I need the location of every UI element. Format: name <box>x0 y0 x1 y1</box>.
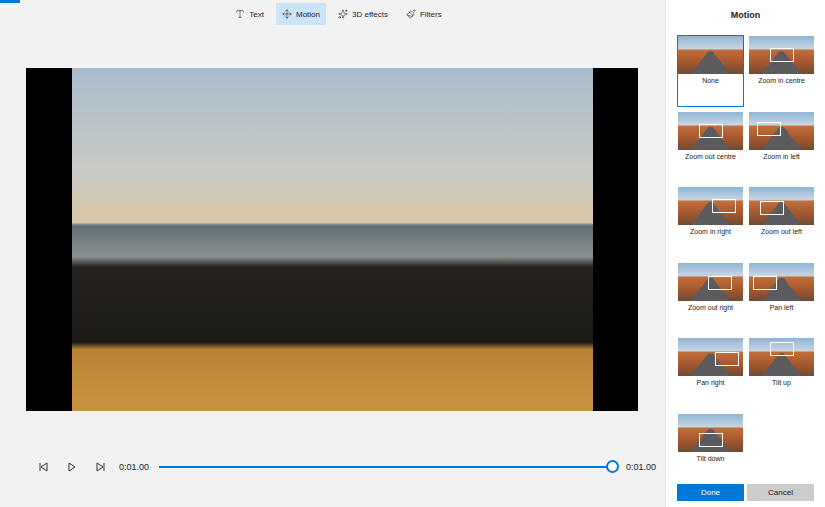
motion-frame-icon <box>699 124 723 138</box>
motion-panel: Motion None Zoom in centre Zoom out centre Z… <box>665 0 825 507</box>
option-thumbnail <box>749 338 814 376</box>
thumbnail-road <box>678 353 743 376</box>
option-thumbnail <box>678 112 743 150</box>
loading-bar <box>0 0 665 3</box>
total-time: 0:01.00 <box>624 462 658 472</box>
option-thumbnail <box>749 36 814 74</box>
motion-option[interactable]: Zoom in left <box>748 111 815 183</box>
motion-frame-icon <box>760 201 784 215</box>
option-label: Zoom in centre <box>758 74 805 86</box>
motion-option[interactable]: Zoom in centre <box>748 35 815 107</box>
thumbnail-road <box>749 51 814 74</box>
motion-option[interactable]: None <box>677 35 744 107</box>
motion-option[interactable]: Pan right <box>677 337 744 409</box>
motion-option[interactable]: Pan left <box>748 262 815 334</box>
motion-option[interactable]: Zoom out left <box>748 186 815 258</box>
tab-icon <box>406 9 416 19</box>
thumbnail-road <box>678 127 743 150</box>
play-icon <box>67 462 77 472</box>
toolbar-tab[interactable]: Text <box>229 3 270 25</box>
seek-slider[interactable] <box>159 466 612 468</box>
option-label: Zoom out centre <box>685 150 736 162</box>
option-thumbnail <box>678 338 743 376</box>
next-button[interactable] <box>89 457 111 477</box>
transport-bar: 0:01.00 0:01.00 <box>0 411 665 477</box>
motion-option[interactable]: Tilt up <box>748 337 815 409</box>
thumbnail-road <box>678 278 743 301</box>
panel-buttons: DoneCancel <box>677 484 814 501</box>
previous-button[interactable] <box>33 457 55 477</box>
play-button[interactable] <box>61 457 83 477</box>
video-frame <box>26 68 638 411</box>
motion-frame-icon <box>770 48 794 62</box>
thumbnail-road <box>749 202 814 225</box>
option-thumbnail <box>678 263 743 301</box>
motion-option[interactable]: Zoom out right <box>677 262 744 334</box>
option-thumbnail <box>749 263 814 301</box>
seek-thumb[interactable] <box>606 460 619 473</box>
motion-frame-icon <box>770 342 794 356</box>
toolbar-tab[interactable]: Filters <box>400 3 448 25</box>
motion-frame-icon <box>708 276 732 290</box>
option-thumbnail <box>749 112 814 150</box>
option-label: Pan right <box>696 376 724 388</box>
thumbnail-road <box>749 127 814 150</box>
option-label: Zoom in left <box>763 150 800 162</box>
thumbnail-road <box>749 278 814 301</box>
tab-icon <box>235 9 245 19</box>
option-label: Tilt down <box>697 452 725 464</box>
motion-option[interactable]: Zoom in right <box>677 186 744 258</box>
option-label: None <box>702 74 719 86</box>
panel-title: Motion <box>677 10 814 20</box>
done-button[interactable]: Done <box>677 484 744 501</box>
motion-frame-icon <box>699 433 723 447</box>
option-label: Zoom in right <box>690 225 731 237</box>
motion-frame-icon <box>753 276 777 290</box>
motion-options: None Zoom in centre Zoom out centre Zoom in… <box>677 35 814 484</box>
option-thumbnail <box>678 36 743 74</box>
motion-frame-icon <box>757 122 781 136</box>
video-image <box>72 68 593 411</box>
loading-fill <box>0 0 20 3</box>
toolbar-tab[interactable]: 3D effects <box>332 3 394 25</box>
editor-area: TextMotion3D effectsFilters0:01.000:01.0… <box>0 0 665 507</box>
toolbar: Text Motion 3D effects Filters <box>0 3 665 25</box>
seek-fill <box>159 466 612 468</box>
option-label: Pan left <box>770 301 794 313</box>
thumbnail-road <box>678 202 743 225</box>
video-editor: TextMotion3D effectsFilters0:01.000:01.0… <box>0 0 825 507</box>
option-label: Zoom out left <box>761 225 802 237</box>
option-thumbnail <box>678 187 743 225</box>
cancel-button[interactable]: Cancel <box>747 484 814 501</box>
option-label: Tilt up <box>772 376 791 388</box>
preview-stage <box>0 25 665 411</box>
option-thumbnail <box>678 414 743 452</box>
motion-option[interactable]: Tilt down <box>677 413 744 485</box>
previous-icon <box>39 462 49 472</box>
next-icon <box>95 462 105 472</box>
toolbar-tab[interactable]: Motion <box>276 3 326 25</box>
thumbnail-road <box>749 353 814 376</box>
option-thumbnail <box>749 187 814 225</box>
option-label: Zoom out right <box>688 301 733 313</box>
motion-frame-icon <box>715 352 739 366</box>
motion-frame-icon <box>712 199 736 213</box>
thumbnail-road <box>678 51 743 74</box>
tab-icon <box>338 9 348 19</box>
current-time: 0:01.00 <box>117 462 151 472</box>
tab-icon <box>282 9 292 19</box>
motion-option[interactable]: Zoom out centre <box>677 111 744 183</box>
